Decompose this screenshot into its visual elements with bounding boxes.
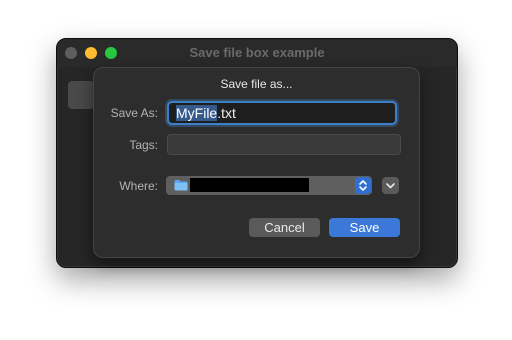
filename-field[interactable]: MyFile.txt [167, 101, 397, 125]
folder-icon [174, 180, 188, 191]
where-popup[interactable] [166, 176, 372, 195]
cancel-button[interactable]: Cancel [249, 218, 320, 237]
window-title: Save file box example [189, 45, 325, 60]
chevron-down-icon [386, 183, 395, 189]
tags-field[interactable] [167, 134, 401, 155]
expand-dialog-button[interactable] [382, 177, 399, 194]
tags-label: Tags: [129, 138, 158, 152]
folder-path-redacted [190, 178, 309, 192]
title-bar[interactable]: Save file box example [57, 39, 457, 67]
background-control [68, 81, 94, 109]
up-down-chevron-icon[interactable] [355, 177, 371, 194]
save-button[interactable]: Save [329, 218, 400, 237]
dialog-title: Save file as... [220, 77, 293, 91]
filename-selected-text: MyFile [176, 105, 218, 121]
filename-extension-text: .txt [217, 105, 236, 121]
save-dialog: Save file as... Save As: MyFile.txt Tags… [93, 67, 420, 258]
where-label: Where: [119, 179, 158, 193]
save-as-label: Save As: [110, 106, 158, 120]
